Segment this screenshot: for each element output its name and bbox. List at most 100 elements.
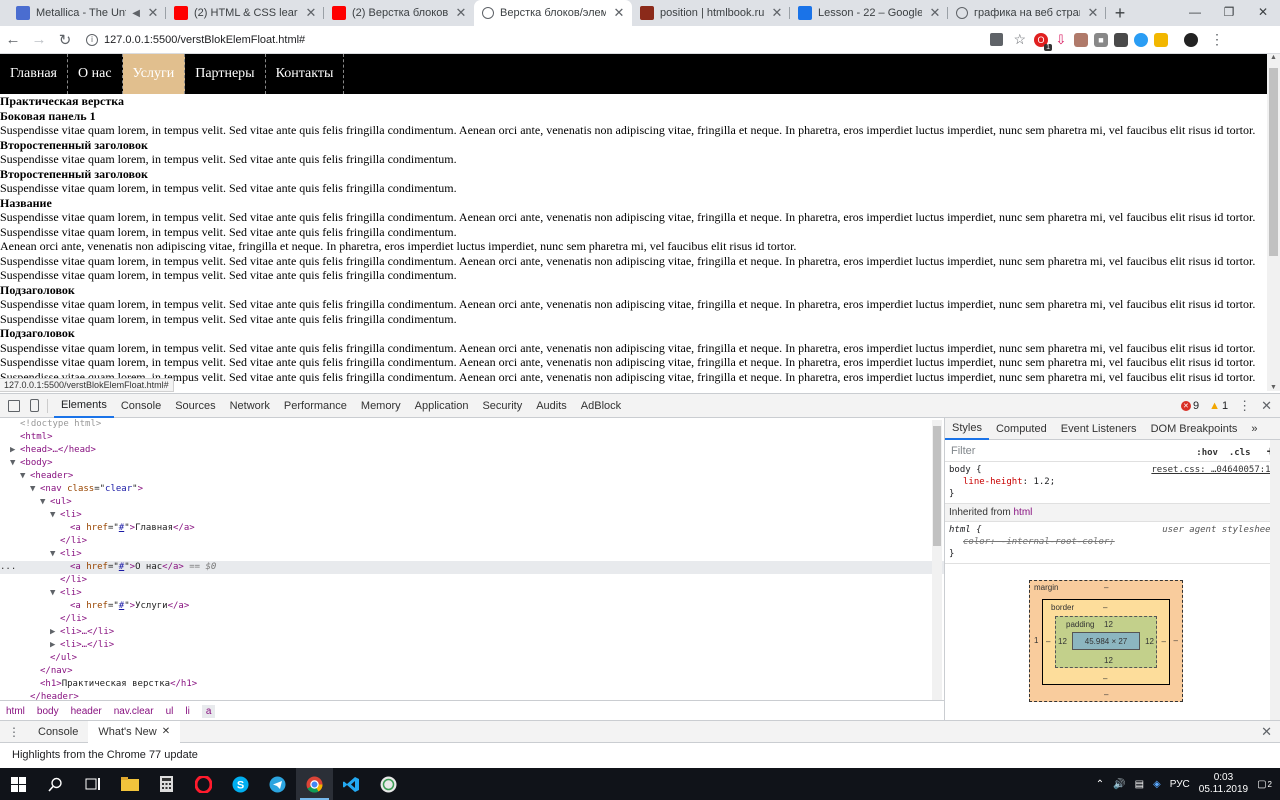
browser-tab[interactable]: Верстка блоков/элементов ✕ <box>474 0 632 26</box>
expand-toggle-icon[interactable]: ▶ <box>10 444 20 457</box>
opera-icon[interactable] <box>185 768 222 800</box>
expand-toggle-icon[interactable]: ▼ <box>10 457 20 470</box>
devtools-tab-performance[interactable]: Performance <box>277 394 354 418</box>
elements-scrollbar[interactable] <box>932 420 942 700</box>
browser-tab[interactable]: position | htmlbook.ru ✕ <box>632 0 790 26</box>
expand-toggle-icon[interactable]: ▼ <box>50 548 60 561</box>
warning-counter[interactable]: ▲ 1 <box>1209 400 1228 412</box>
expand-toggle-icon[interactable]: ▼ <box>50 509 60 522</box>
devtools-tab-sources[interactable]: Sources <box>168 394 222 418</box>
site-nav-link[interactable]: Партнеры <box>185 54 266 94</box>
expand-toggle-icon[interactable]: ▶ <box>50 626 60 639</box>
language-indicator[interactable]: РУС <box>1170 779 1190 790</box>
back-icon[interactable]: ← <box>0 27 26 53</box>
breadcrumb-item[interactable]: ul <box>166 706 174 717</box>
tab-close-icon[interactable]: ✕ <box>1086 5 1100 21</box>
styles-filter-input[interactable]: Filter :hov .cls + <box>945 440 1280 462</box>
dom-node-line[interactable]: ▼ <li> <box>0 548 944 561</box>
telegram-icon[interactable] <box>259 768 296 800</box>
dom-node-line[interactable]: </ul> <box>0 652 944 665</box>
tab-close-icon[interactable]: ✕ <box>304 5 318 21</box>
site-nav-link[interactable]: О нас <box>68 54 123 94</box>
dom-node-line[interactable]: <h1>Практическая верстка</h1> <box>0 678 944 691</box>
vpn-ext-icon[interactable] <box>1134 32 1148 47</box>
dom-node-line[interactable]: </li> <box>0 535 944 548</box>
devtools-tab-elements[interactable]: Elements <box>54 394 114 418</box>
site-nav-link[interactable]: Контакты <box>266 54 345 94</box>
calculator-icon[interactable] <box>148 768 185 800</box>
start-button[interactable] <box>0 768 37 800</box>
drawer-close-icon[interactable]: ✕ <box>1261 724 1280 740</box>
dom-node-line[interactable]: ▶ <li>…</li> <box>0 639 944 652</box>
dom-node-line[interactable]: ▶ <li>…</li> <box>0 626 944 639</box>
dom-node-line[interactable]: ... <a href="#">О нас</a> == $0 <box>0 561 944 574</box>
skype-icon[interactable]: S <box>222 768 259 800</box>
devtools-tab-security[interactable]: Security <box>475 394 529 418</box>
bookmark-ext-icon[interactable] <box>1074 32 1088 47</box>
dom-node-line[interactable]: </li> <box>0 613 944 626</box>
dom-node-line[interactable]: <html> <box>0 431 944 444</box>
browser-tab[interactable]: (2) Верстка блоков/элементов ✕ <box>324 0 474 26</box>
drawer-tab[interactable]: Console <box>28 721 88 743</box>
search-icon[interactable] <box>37 768 74 800</box>
whatsapp-icon[interactable] <box>370 768 407 800</box>
breadcrumb-item[interactable]: nav.clear <box>114 706 154 717</box>
download-ext-icon[interactable]: ⇩ <box>1054 32 1068 47</box>
styles-scrollbar[interactable] <box>1270 440 1280 720</box>
devtools-tab-memory[interactable]: Memory <box>354 394 408 418</box>
volume-icon[interactable]: 🔊 <box>1113 779 1125 790</box>
dom-node-line[interactable]: ▼ <ul> <box>0 496 944 509</box>
dom-node-line[interactable]: </header> <box>0 691 944 700</box>
expand-toggle-icon[interactable]: ▼ <box>30 483 40 496</box>
styles-subtab[interactable]: Styles <box>945 418 989 440</box>
styles-subtab[interactable]: Computed <box>989 418 1054 440</box>
browser-tab[interactable]: графика на веб странице ✕ <box>948 0 1106 26</box>
dom-node-line[interactable]: ▶ <head>…</head> <box>0 444 944 457</box>
breadcrumb-item[interactable]: li <box>185 706 189 717</box>
style-source-link[interactable]: reset.css:_…04640057:18 <box>1151 464 1276 476</box>
address-bar[interactable]: i 127.0.0.1:5500/verstBlokElemFloat.html… <box>86 27 1026 52</box>
dom-node-line[interactable]: ▼ <nav class="clear"> <box>0 483 944 496</box>
info-icon[interactable]: i <box>86 33 98 46</box>
dom-node-line[interactable]: </li> <box>0 574 944 587</box>
error-counter[interactable]: ✕ 9 <box>1180 400 1199 412</box>
dom-node-line[interactable]: ▼ <li> <box>0 587 944 600</box>
audio-playing-icon[interactable]: ◀ <box>132 8 140 19</box>
box-model-content[interactable]: 45.984 × 27 <box>1072 632 1140 650</box>
maximize-icon[interactable]: ❐ <box>1212 0 1246 24</box>
styles-subtab[interactable]: Event Listeners <box>1054 418 1144 440</box>
breadcrumb-item[interactable]: a <box>201 704 216 718</box>
devtools-tab-network[interactable]: Network <box>223 394 277 418</box>
site-nav-link[interactable]: Услуги <box>122 54 186 94</box>
dom-node-line[interactable]: ▼ <header> <box>0 470 944 483</box>
minimize-icon[interactable]: — <box>1178 0 1212 24</box>
vscode-icon[interactable] <box>333 768 370 800</box>
dom-node-line[interactable]: <a href="#">Главная</a> <box>0 522 944 535</box>
breadcrumb-item[interactable]: body <box>37 706 59 717</box>
clock[interactable]: 0:03 05.11.2019 <box>1199 772 1248 796</box>
browser-tab[interactable]: (2) HTML & CSS learning - YouTube ✕ <box>166 0 324 26</box>
hov-toggle[interactable]: :hov <box>1196 448 1218 458</box>
tray-expand-icon[interactable]: ⌃ <box>1096 779 1104 790</box>
drawer-tab-close-icon[interactable]: ✕ <box>162 726 170 737</box>
dom-node-line[interactable]: ▼ <body> <box>0 457 944 470</box>
devtools-tab-console[interactable]: Console <box>114 394 168 418</box>
tab-close-icon[interactable]: ✕ <box>770 5 784 21</box>
reload-icon[interactable]: ↻ <box>52 27 78 53</box>
drawer-menu-icon[interactable]: ⋮ <box>0 725 28 739</box>
devtools-tab-application[interactable]: Application <box>408 394 476 418</box>
site-nav-link[interactable]: Главная <box>0 54 68 94</box>
inspect-element-icon[interactable] <box>8 399 20 412</box>
device-toolbar-icon[interactable] <box>30 399 39 412</box>
breadcrumb-item[interactable]: html <box>6 706 25 717</box>
browser-tab[interactable]: Lesson - 22 – Google Диск ✕ <box>790 0 948 26</box>
new-tab-button[interactable]: + <box>1106 0 1134 26</box>
devtools-close-icon[interactable]: ✕ <box>1261 398 1272 414</box>
expand-toggle-icon[interactable]: ▼ <box>50 587 60 600</box>
tab-close-icon[interactable]: ✕ <box>454 5 468 21</box>
page-scrollbar[interactable]: ▲ ▼ <box>1267 54 1280 391</box>
cls-toggle[interactable]: .cls <box>1229 448 1251 458</box>
close-window-icon[interactable]: ✕ <box>1246 0 1280 24</box>
dom-node-line[interactable]: <a href="#">Услуги</a> <box>0 600 944 613</box>
expand-toggle-icon[interactable]: ▼ <box>20 470 30 483</box>
